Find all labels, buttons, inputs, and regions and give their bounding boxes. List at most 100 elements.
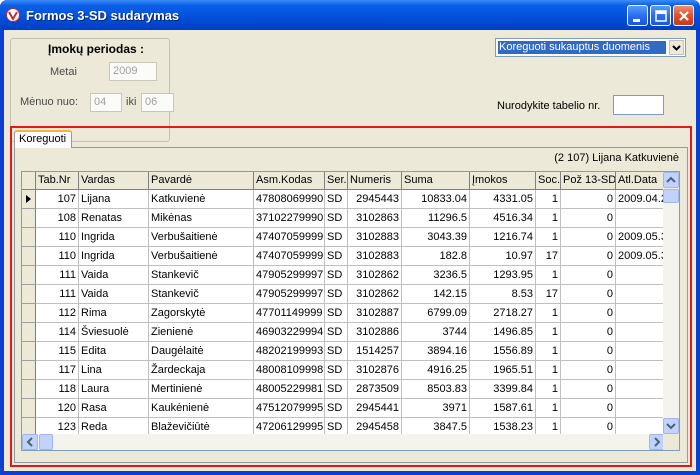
table-cell[interactable]: 1 (536, 228, 561, 247)
table-cell[interactable]: 0 (561, 304, 616, 323)
row-indicator[interactable] (22, 380, 36, 399)
row-indicator[interactable] (22, 190, 36, 209)
table-cell[interactable]: 115 (36, 342, 79, 361)
table-cell[interactable]: 118 (36, 380, 79, 399)
table-cell[interactable]: 0 (561, 323, 616, 342)
column-header[interactable]: Numeris (348, 172, 402, 190)
column-header[interactable]: Ser. (325, 172, 348, 190)
table-row[interactable]: 107 Lijana Katkuvienė 47808069990 SD 2945443 1… (22, 190, 671, 209)
table-cell[interactable]: 3102887 (348, 304, 402, 323)
table-row[interactable]: 110 Ingrida Verbušaitienė 47407059999 SD 3102… (22, 228, 671, 247)
table-cell[interactable]: 0 (561, 342, 616, 361)
table-cell[interactable]: 3043.39 (402, 228, 470, 247)
table-row[interactable]: 115 Edita Daugėlaitė 48202199993 SD 1514257 38… (22, 342, 671, 361)
table-cell[interactable]: 112 (36, 304, 79, 323)
table-cell[interactable]: 10833.04 (402, 190, 470, 209)
table-cell[interactable]: 47701149999 (254, 304, 325, 323)
column-header[interactable]: Vardas (79, 172, 149, 190)
maximize-button[interactable] (650, 5, 671, 26)
table-cell[interactable]: 142.15 (402, 285, 470, 304)
table-row[interactable]: 108 Renatas Mikėnas 37102279990 SD 3102863 112… (22, 209, 671, 228)
row-indicator[interactable] (22, 323, 36, 342)
table-row[interactable]: 111 Vaida Stankevič 47905299997 SD 3102862 142… (22, 285, 671, 304)
table-cell[interactable]: SD (325, 323, 348, 342)
year-input[interactable]: 2009 (109, 62, 157, 81)
row-indicator[interactable] (22, 304, 36, 323)
scroll-left-button[interactable] (22, 434, 38, 450)
table-cell[interactable]: 1 (536, 380, 561, 399)
table-cell[interactable]: 48005229981 (254, 380, 325, 399)
table-cell[interactable]: Stankevič (149, 266, 254, 285)
row-indicator[interactable] (22, 342, 36, 361)
table-cell[interactable]: 111 (36, 285, 79, 304)
table-cell[interactable]: 8503.83 (402, 380, 470, 399)
table-cell[interactable]: 110 (36, 247, 79, 266)
table-cell[interactable]: SD (325, 266, 348, 285)
row-indicator[interactable] (22, 399, 36, 418)
table-cell[interactable]: SD (325, 190, 348, 209)
table-cell[interactable]: 3102863 (348, 209, 402, 228)
table-row[interactable]: 110 Ingrida Verbušaitienė 47407059999 SD 3102… (22, 247, 671, 266)
table-cell[interactable]: 47808069990 (254, 190, 325, 209)
table-cell[interactable]: Zagorskytė (149, 304, 254, 323)
row-indicator[interactable] (22, 285, 36, 304)
table-cell[interactable]: 110 (36, 228, 79, 247)
scroll-down-button[interactable] (663, 418, 679, 434)
row-indicator[interactable] (22, 209, 36, 228)
table-cell[interactable]: 1 (536, 361, 561, 380)
table-cell[interactable]: 0 (561, 228, 616, 247)
table-cell[interactable]: 1 (536, 399, 561, 418)
table-cell[interactable]: Zienienė (149, 323, 254, 342)
table-cell[interactable]: 182.8 (402, 247, 470, 266)
column-header[interactable]: Pavardė (149, 172, 254, 190)
dropdown-button[interactable] (669, 40, 684, 55)
table-cell[interactable]: 2873509 (348, 380, 402, 399)
table-cell[interactable]: 3102886 (348, 323, 402, 342)
column-header[interactable]: Suma (402, 172, 470, 190)
table-cell[interactable]: 3894.16 (402, 342, 470, 361)
table-cell[interactable]: 2718.27 (470, 304, 536, 323)
table-row[interactable]: 111 Vaida Stankevič 47905299997 SD 3102862 323… (22, 266, 671, 285)
table-cell[interactable]: 0 (561, 399, 616, 418)
table-cell[interactable]: 11296.5 (402, 209, 470, 228)
table-cell[interactable]: 3399.84 (470, 380, 536, 399)
table-row[interactable]: 120 Rasa Kaukėnienė 47512079995 SD 2945441 397… (22, 399, 671, 418)
table-cell[interactable]: 0 (561, 285, 616, 304)
tab-koreguoti[interactable]: Koreguoti (14, 130, 72, 148)
table-cell[interactable]: 0 (561, 190, 616, 209)
table-cell[interactable]: 1587.61 (470, 399, 536, 418)
table-cell[interactable]: 1 (536, 323, 561, 342)
table-cell[interactable]: Kaukėnienė (149, 399, 254, 418)
table-cell[interactable]: 47905299997 (254, 266, 325, 285)
table-cell[interactable]: 117 (36, 361, 79, 380)
row-indicator[interactable] (22, 361, 36, 380)
table-cell[interactable]: Lina (79, 361, 149, 380)
table-cell[interactable]: 4331.05 (470, 190, 536, 209)
table-cell[interactable]: 0 (561, 380, 616, 399)
table-cell[interactable]: SD (325, 228, 348, 247)
column-header[interactable]: Įmokos (470, 172, 536, 190)
table-cell[interactable]: 1514257 (348, 342, 402, 361)
column-header[interactable]: Pož 13-SD (561, 172, 616, 190)
table-cell[interactable]: 3102862 (348, 266, 402, 285)
table-cell[interactable]: 1 (536, 304, 561, 323)
table-cell[interactable]: Katkuvienė (149, 190, 254, 209)
row-indicator[interactable] (22, 266, 36, 285)
mode-select[interactable]: Koreguoti sukauptus duomenis (495, 38, 686, 57)
table-cell[interactable]: 0 (561, 209, 616, 228)
table-cell[interactable]: 6799.09 (402, 304, 470, 323)
table-cell[interactable]: 0 (561, 361, 616, 380)
tabel-input[interactable] (613, 95, 664, 115)
table-cell[interactable]: Ingrida (79, 228, 149, 247)
minimize-button[interactable] (627, 5, 648, 26)
table-cell[interactable]: SD (325, 399, 348, 418)
table-cell[interactable]: 1965.51 (470, 361, 536, 380)
table-cell[interactable]: Lijana (79, 190, 149, 209)
table-cell[interactable]: SD (325, 380, 348, 399)
table-cell[interactable]: Ingrida (79, 247, 149, 266)
table-cell[interactable]: 37102279990 (254, 209, 325, 228)
scroll-up-button[interactable] (663, 172, 679, 188)
table-cell[interactable]: 114 (36, 323, 79, 342)
table-cell[interactable]: Laura (79, 380, 149, 399)
column-header[interactable]: Asm.Kodas (254, 172, 325, 190)
